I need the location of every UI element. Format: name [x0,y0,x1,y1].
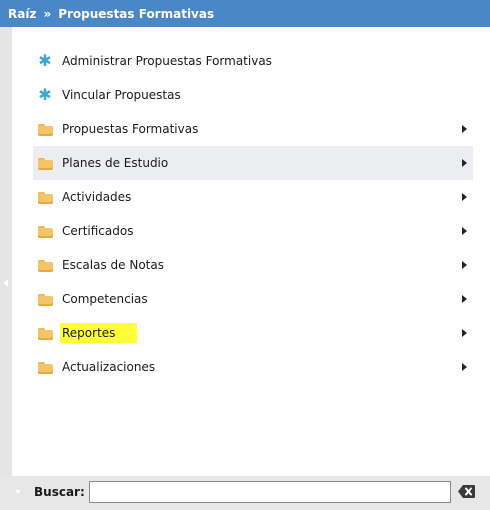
folder-icon [35,325,55,341]
menu-item[interactable]: Competencias [33,282,473,316]
folder-icon [35,359,55,375]
menu-list: ✱ Administrar Propuestas Formativas ✱ Vincu… [33,44,473,384]
submenu-arrow-icon [462,329,467,337]
menu-item-label: Competencias [62,292,148,306]
menu-item-label: Vincular Propuestas [62,88,181,102]
folder-icon [35,189,55,205]
menu-item[interactable]: Certificados [33,214,473,248]
breadcrumb-current: Propuestas Formativas [58,6,215,21]
menu-item-label: Actualizaciones [62,360,156,374]
menu-item-label: Administrar Propuestas Formativas [62,54,272,68]
submenu-arrow-icon [462,363,467,371]
menu-item-label: Actividades [62,190,132,204]
gear-icon: ✱ [38,85,52,104]
search-bar: Buscar: [0,476,490,510]
menu-item[interactable]: Planes de Estudio [33,146,473,180]
submenu-arrow-icon [462,295,467,303]
folder-icon [35,155,55,171]
collapse-left-icon[interactable] [3,279,8,287]
menu-item[interactable]: ✱ Administrar Propuestas Formativas [33,44,473,78]
menu-item[interactable]: Propuestas Formativas [33,112,473,146]
menu-item[interactable]: Actualizaciones [33,350,473,384]
breadcrumb-separator: » [43,6,52,21]
menu-item-label: Escalas de Notas [62,258,164,272]
breadcrumb-root[interactable]: Raíz [8,7,36,21]
clear-icon[interactable] [458,485,475,498]
menu-item-label: Propuestas Formativas [62,122,199,136]
folder-icon [35,291,55,307]
search-input[interactable] [89,481,451,503]
menu-item-label: Certificados [62,224,134,238]
menu-item-label: Planes de Estudio [62,156,169,170]
breadcrumb: Raíz » Propuestas Formativas [0,0,490,27]
submenu-arrow-icon [462,227,467,235]
submenu-arrow-icon [462,261,467,269]
expand-down-icon[interactable] [15,490,21,494]
folder-icon [35,257,55,273]
folder-icon [35,121,55,137]
gear-icon: ✱ [38,51,52,70]
menu-item[interactable]: Escalas de Notas [33,248,473,282]
menu-item[interactable]: Actividades [33,180,473,214]
menu-item-label: Reportes [60,323,138,343]
submenu-arrow-icon [462,125,467,133]
submenu-arrow-icon [462,193,467,201]
folder-icon [35,223,55,239]
menu-item[interactable]: ✱ Vincular Propuestas [33,78,473,112]
submenu-arrow-icon [462,159,467,167]
search-label: Buscar: [34,485,85,499]
menu-item[interactable]: Reportes [33,316,473,350]
collapse-rail[interactable] [0,27,12,510]
